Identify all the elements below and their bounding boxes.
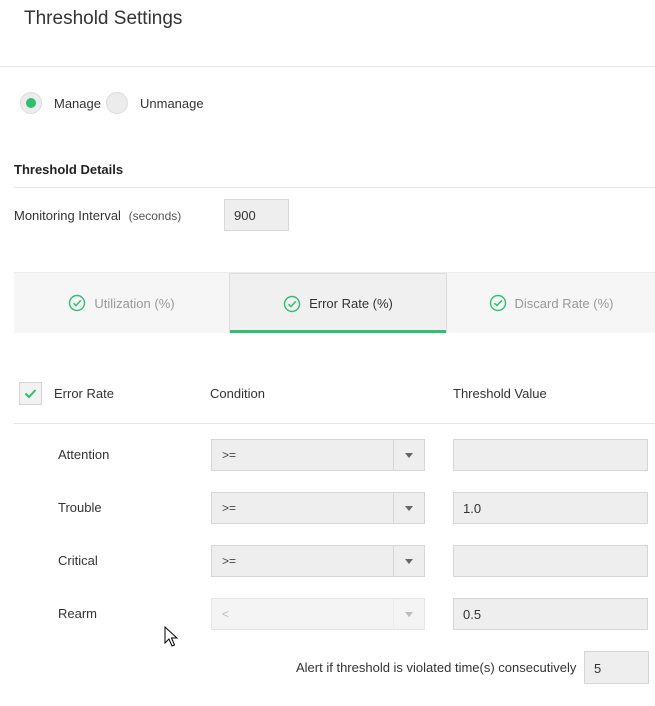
select-separator — [393, 493, 394, 523]
chevron-down-icon — [405, 612, 413, 617]
metric-tabs: Utilization (%) Error Rate (%) Discard R… — [14, 272, 655, 333]
trouble-condition-select[interactable]: >= — [211, 492, 425, 524]
monitoring-interval-input[interactable]: 900 — [224, 199, 289, 231]
unmanage-radio[interactable] — [106, 92, 128, 114]
tab-error-rate-label: Error Rate (%) — [309, 296, 393, 311]
critical-condition-value: >= — [222, 554, 237, 568]
page-title: Threshold Settings — [24, 8, 183, 29]
select-separator — [393, 440, 394, 470]
tab-discard-rate-label: Discard Rate (%) — [514, 295, 614, 311]
check-circle-icon — [69, 294, 86, 312]
section-divider — [14, 187, 655, 188]
radio-selected-dot — [26, 98, 36, 108]
threshold-value-column-header: Threshold Value — [453, 386, 547, 401]
tab-utilization[interactable]: Utilization (%) — [14, 273, 229, 333]
trouble-condition-value: >= — [222, 501, 237, 515]
chevron-down-icon — [405, 559, 413, 564]
alert-consecutive-label: Alert if threshold is violated time(s) c… — [296, 660, 577, 675]
alert-consecutive-input[interactable]: 5 — [584, 651, 649, 684]
attention-label: Attention — [58, 447, 110, 462]
check-circle-icon — [283, 295, 301, 312]
interval-label-text: Monitoring Interval — [14, 208, 121, 223]
check-circle-icon — [489, 294, 506, 312]
tab-discard-rate[interactable]: Discard Rate (%) — [447, 273, 655, 333]
critical-label: Critical — [58, 553, 98, 568]
critical-threshold-input[interactable] — [453, 545, 648, 577]
threshold-details-heading: Threshold Details — [14, 162, 124, 177]
rearm-threshold-input[interactable]: 0.5 — [453, 598, 648, 630]
chevron-down-icon — [405, 506, 413, 511]
manage-radio[interactable] — [20, 92, 42, 114]
rearm-condition-value: < — [222, 607, 230, 621]
unmanage-label[interactable]: Unmanage — [140, 96, 204, 111]
trouble-threshold-input[interactable]: 1.0 — [453, 492, 648, 524]
attention-condition-select[interactable]: >= — [211, 439, 425, 471]
tab-error-rate[interactable]: Error Rate (%) — [229, 273, 447, 333]
header-divider — [0, 66, 655, 67]
condition-column-header: Condition — [210, 386, 265, 401]
select-separator — [393, 599, 394, 629]
critical-condition-select[interactable]: >= — [211, 545, 425, 577]
error-rate-enable-label: Error Rate — [54, 386, 114, 401]
manage-label[interactable]: Manage — [54, 96, 101, 111]
error-rate-checkbox[interactable] — [19, 382, 42, 405]
tab-utilization-label: Utilization (%) — [94, 295, 175, 311]
interval-unit-text: (seconds) — [128, 209, 182, 223]
chevron-down-icon — [405, 453, 413, 458]
mouse-cursor-icon — [164, 626, 178, 647]
rearm-label: Rearm — [58, 606, 98, 621]
rearm-condition-select: < — [211, 598, 425, 630]
attention-threshold-input[interactable] — [453, 439, 648, 471]
trouble-label: Trouble — [58, 500, 102, 515]
attention-condition-value: >= — [222, 448, 237, 462]
select-separator — [393, 546, 394, 576]
checkmark-icon — [24, 389, 37, 399]
table-header-divider — [14, 423, 655, 424]
monitoring-interval-label: Monitoring Interval (seconds) — [14, 208, 181, 223]
